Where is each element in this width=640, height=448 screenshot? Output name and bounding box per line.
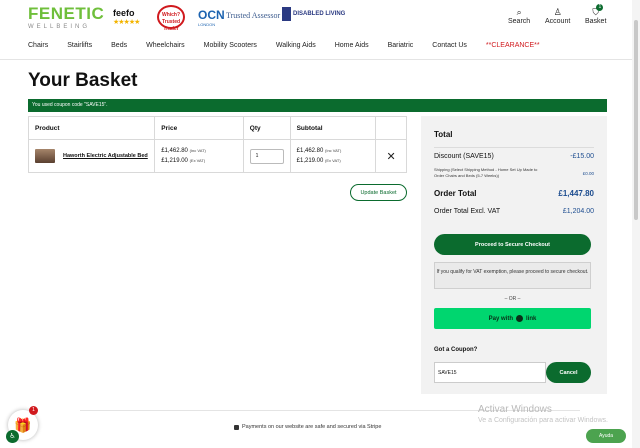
site-header: FENETIC WELLBEING feefo ★★★★★ Which? Tru…: [0, 0, 632, 36]
header-subtotal: Subtotal: [291, 117, 377, 139]
nav-walking-aids[interactable]: Walking Aids: [276, 42, 316, 54]
nav-stairlifts[interactable]: Stairlifts: [67, 42, 92, 54]
secure-checkout-button[interactable]: Proceed to Secure Checkout: [434, 234, 591, 255]
totals-divider: [434, 147, 594, 148]
remove-item-icon[interactable]: ✕: [386, 150, 395, 163]
shipping-row: Shipping (Select Shipping Method - Home …: [434, 167, 594, 178]
excl-vat-row: Order Total Excl. VAT £1,204.00: [434, 208, 594, 215]
page-title: Your Basket: [28, 70, 138, 91]
lock-icon: [234, 424, 239, 430]
coupon-input[interactable]: SAVE15: [434, 362, 546, 383]
subtotal-inc-vat: £1,462.80: [296, 148, 324, 154]
nav-divider: [0, 59, 632, 60]
trusted-assessor-badge: Trusted Assessor: [226, 11, 281, 20]
nav-mobility-scooters[interactable]: Mobility Scooters: [204, 42, 257, 54]
accessibility-icon[interactable]: ♿: [6, 430, 19, 443]
windows-watermark-subtitle: Ve a Configuración para activar Windows.: [478, 417, 608, 424]
basket-button[interactable]: ⛉ 1 Basket: [585, 4, 606, 25]
order-total-value: £1,447.80: [558, 189, 594, 198]
disabled-living-badge: DISABLED LIVING: [282, 7, 345, 21]
header-qty: Qty: [244, 117, 291, 139]
cart-table: Product Price Qty Subtotal Haworth Elect…: [28, 116, 407, 173]
cancel-coupon-button[interactable]: Cancel: [546, 362, 591, 383]
header-product: Product: [29, 117, 156, 139]
price-inc-vat: £1,462.80: [161, 148, 188, 154]
totals-title: Total: [434, 130, 453, 139]
windows-watermark-title: Activar Windows: [478, 404, 552, 415]
logo-tagline: WELLBEING: [28, 24, 91, 30]
totals-panel: Total Discount (SAVE15) -£15.00 Shipping…: [421, 116, 607, 394]
disabled-living-logo-icon: [282, 7, 291, 21]
shipping-value: £0.00: [582, 170, 594, 176]
excl-vat-value: £1,204.00: [562, 208, 594, 215]
help-button[interactable]: Ayuda: [586, 429, 626, 443]
or-divider: – OR –: [504, 296, 521, 302]
feefo-badge[interactable]: feefo ★★★★★: [113, 8, 140, 26]
main-nav: Chairs Stairlifts Beds Wheelchairs Mobil…: [28, 42, 559, 54]
vat-exemption-note: If you qualify for VAT exemption, please…: [434, 262, 591, 289]
nav-wheelchairs[interactable]: Wheelchairs: [146, 42, 185, 54]
nav-clearance[interactable]: **CLEARANCE**: [486, 42, 540, 54]
user-icon: ♙: [553, 7, 562, 17]
nav-chairs[interactable]: Chairs: [28, 42, 48, 54]
account-button[interactable]: ♙ Account: [545, 6, 570, 25]
ocn-badge: OCN LONDON: [198, 8, 225, 27]
coupon-label: Got a Coupon?: [434, 347, 478, 353]
scrollbar-thumb[interactable]: [634, 20, 638, 220]
stripe-secure-note: Payments on our website are safe and sec…: [234, 424, 381, 430]
nav-home-aids[interactable]: Home Aids: [335, 42, 369, 54]
fenetic-logo[interactable]: FENETIC WELLBEING: [28, 4, 105, 31]
nav-beds[interactable]: Beds: [111, 42, 127, 54]
page-scrollbar[interactable]: [632, 0, 640, 448]
search-button[interactable]: ⌕ Search: [508, 6, 530, 25]
logo-wordmark: FENETIC: [28, 4, 105, 23]
coupon-notice: You used coupon code "SAVE15".: [28, 99, 607, 112]
product-thumbnail[interactable]: [35, 149, 55, 163]
pay-with-link-button[interactable]: Pay with link: [434, 308, 591, 329]
search-icon: ⌕: [516, 7, 522, 17]
star-rating: ★★★★★: [113, 19, 140, 26]
table-row: Haworth Electric Adjustable Bed £1,462.8…: [29, 140, 406, 172]
order-total-row: Order Total £1,447.80: [434, 189, 594, 198]
nav-bariatric[interactable]: Bariatric: [388, 42, 414, 54]
price-ex-vat: £1,219.00: [161, 158, 188, 164]
which-trusted-trader-badge: Which? Trusted Trader: [157, 5, 185, 32]
discount-row: Discount (SAVE15) -£15.00: [434, 153, 594, 160]
discount-value: -£15.00: [570, 153, 594, 160]
header-price: Price: [155, 117, 244, 139]
cart-header-row: Product Price Qty Subtotal: [29, 117, 406, 140]
product-name-link[interactable]: Haworth Electric Adjustable Bed: [63, 153, 148, 159]
link-logo-icon: [516, 315, 523, 322]
gift-count-badge: 1: [29, 406, 38, 415]
quantity-input[interactable]: 1: [249, 148, 284, 164]
nav-contact-us[interactable]: Contact Us: [432, 42, 467, 54]
update-basket-button[interactable]: Update Basket: [350, 184, 407, 201]
subtotal-ex-vat: £1,219.00: [296, 158, 324, 164]
header-remove: [376, 117, 406, 139]
